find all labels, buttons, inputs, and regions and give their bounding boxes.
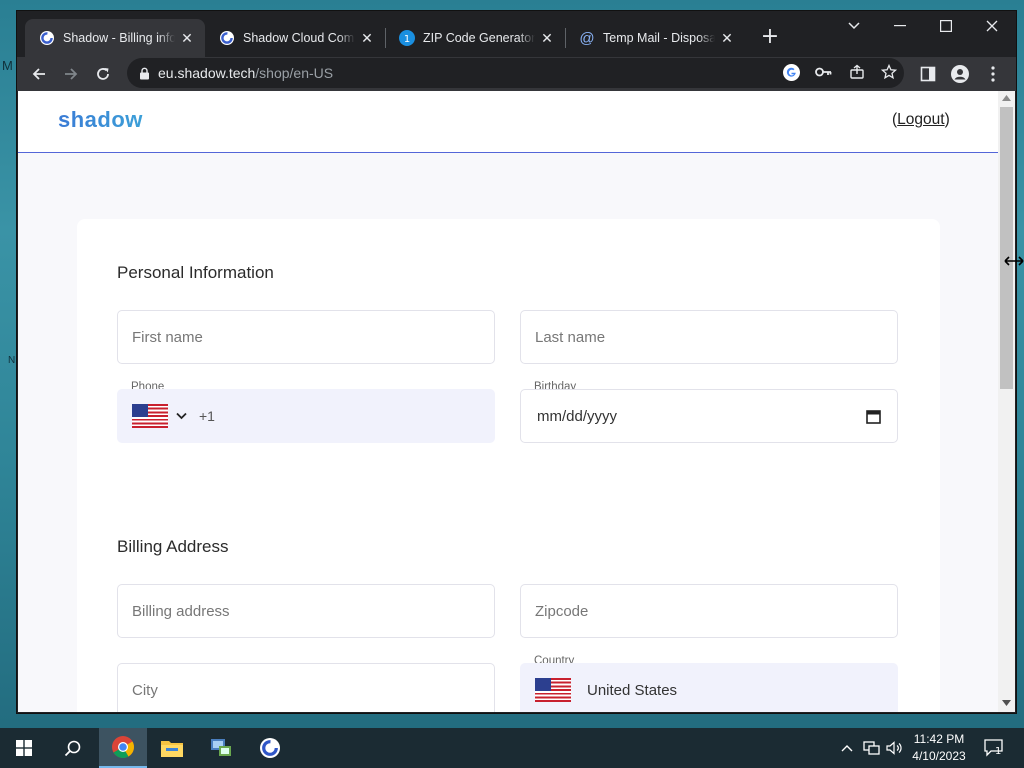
shadow-icon: [219, 30, 235, 46]
desktop-icon-label-fragment: N: [8, 355, 16, 366]
scroll-up-arrow-icon[interactable]: [1002, 95, 1011, 101]
back-arrow-icon[interactable]: [25, 60, 53, 88]
resize-cursor-icon: [1004, 255, 1024, 267]
tab-shadow-billing[interactable]: Shadow - Billing information ✕: [25, 19, 205, 57]
city-input[interactable]: City: [117, 663, 495, 712]
close-icon[interactable]: ✕: [719, 30, 735, 47]
one-badge-icon: 1: [399, 30, 415, 46]
svg-text:1: 1: [404, 34, 410, 45]
windows-start-icon[interactable]: [0, 728, 48, 768]
billing-form-card: Personal Information First name Last nam…: [77, 219, 940, 712]
menu-kebab-icon[interactable]: [979, 60, 1007, 88]
billing-address-placeholder: Billing address: [132, 602, 230, 620]
tab-title: Shadow - Billing information: [63, 31, 175, 45]
phone-country-code: +1: [199, 408, 215, 424]
phone-input[interactable]: +1: [117, 389, 495, 443]
browser-window: Shadow - Billing information ✕ Shadow Cl…: [17, 11, 1016, 713]
billing-address-heading: Billing Address: [117, 537, 229, 556]
network-app-icon[interactable]: [197, 728, 245, 768]
network-icon[interactable]: [860, 728, 882, 768]
url-domain: eu.shadow.tech: [158, 65, 256, 81]
city-placeholder: City: [132, 681, 158, 699]
close-icon[interactable]: ✕: [359, 30, 375, 47]
chevron-down-icon[interactable]: [176, 412, 187, 420]
url-path: /shop/en-US: [255, 65, 334, 81]
scroll-down-arrow-icon[interactable]: [1002, 700, 1011, 706]
clock-time: 11:42 PM: [913, 732, 965, 746]
calendar-icon[interactable]: [866, 409, 881, 424]
tab-search-chevron-icon[interactable]: [831, 11, 877, 41]
desktop-icon-label-fragment: M: [2, 58, 13, 73]
tab-shadow-cloud[interactable]: Shadow Cloud Computing ✕: [205, 19, 385, 57]
minimize-icon[interactable]: [877, 11, 923, 41]
site-header: shadow (Logout): [18, 91, 998, 153]
first-name-placeholder: First name: [132, 328, 203, 346]
lock-icon[interactable]: [139, 67, 150, 80]
tab-title: ZIP Code Generator | 1: [423, 31, 535, 45]
bookmark-star-icon[interactable]: [881, 64, 897, 80]
page-viewport: shadow (Logout) Personal Information Fir…: [18, 91, 1015, 712]
shadow-app-icon[interactable]: [246, 728, 294, 768]
notification-center-icon[interactable]: 1: [980, 728, 1008, 768]
us-flag-icon: [132, 404, 168, 428]
country-select[interactable]: United States: [520, 663, 898, 712]
last-name-input[interactable]: Last name: [520, 310, 898, 364]
key-icon[interactable]: [815, 65, 833, 79]
maximize-icon[interactable]: [923, 11, 969, 41]
notification-count: 1: [995, 746, 1002, 757]
tab-title: Shadow Cloud Computing: [243, 31, 355, 45]
last-name-placeholder: Last name: [535, 328, 606, 346]
tab-temp-mail[interactable]: @ Temp Mail - Disposable Temporary Email…: [565, 19, 745, 57]
billing-address-input[interactable]: Billing address: [117, 584, 495, 638]
profile-icon[interactable]: [946, 60, 974, 88]
file-explorer-icon[interactable]: [148, 728, 196, 768]
address-bar[interactable]: eu.shadow.tech/shop/en-US: [127, 58, 904, 88]
shadow-logo[interactable]: shadow: [58, 107, 143, 133]
zipcode-input[interactable]: Zipcode: [520, 584, 898, 638]
reload-icon[interactable]: [89, 60, 117, 88]
windows-taskbar: 11:42 PM 4/10/2023 1: [0, 728, 1024, 768]
scrollbar-thumb[interactable]: [1000, 107, 1013, 389]
tab-title: Temp Mail - Disposable Temporary Email: [603, 31, 715, 45]
system-clock[interactable]: 11:42 PM 4/10/2023: [908, 731, 970, 765]
tab-zip-generator[interactable]: 1 ZIP Code Generator | 1 ✕: [385, 19, 565, 57]
birthday-placeholder: mm/dd/yyyy: [537, 407, 618, 425]
side-panel-icon[interactable]: [914, 60, 942, 88]
google-icon[interactable]: [783, 64, 800, 81]
shadow-icon: [39, 30, 55, 46]
personal-info-heading: Personal Information: [117, 263, 274, 282]
new-tab-button[interactable]: +: [757, 25, 783, 51]
search-icon[interactable]: [48, 728, 96, 768]
logout-link[interactable]: Logout: [897, 111, 944, 128]
first-name-input[interactable]: First name: [117, 310, 495, 364]
zipcode-placeholder: Zipcode: [535, 602, 589, 620]
tray-chevron-up-icon[interactable]: [838, 728, 856, 768]
browser-toolbar: eu.shadow.tech/shop/en-US: [17, 57, 1016, 91]
logout-paren-close: ): [944, 111, 950, 128]
at-sign-icon: @: [579, 29, 595, 47]
us-flag-icon: [535, 678, 571, 702]
page-scrollbar[interactable]: [998, 91, 1015, 712]
close-icon[interactable]: ✕: [539, 30, 555, 47]
logout-link-wrapper[interactable]: (Logout): [892, 111, 950, 129]
tab-strip: Shadow - Billing information ✕ Shadow Cl…: [17, 11, 1016, 57]
volume-icon[interactable]: [884, 728, 904, 768]
country-value: United States: [587, 681, 678, 699]
clock-date: 4/10/2023: [912, 749, 966, 763]
close-icon[interactable]: ✕: [179, 30, 195, 47]
close-window-icon[interactable]: [969, 11, 1015, 41]
share-icon[interactable]: [849, 64, 865, 80]
forward-arrow-icon[interactable]: [57, 60, 85, 88]
birthday-input[interactable]: mm/dd/yyyy: [520, 389, 898, 443]
chrome-icon[interactable]: [99, 728, 147, 768]
